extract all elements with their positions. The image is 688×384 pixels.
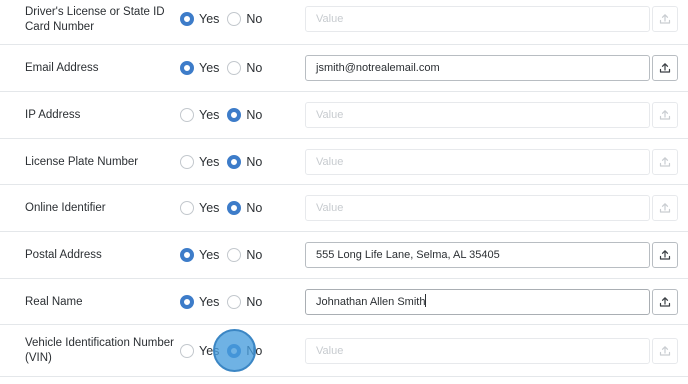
no-option[interactable]: No bbox=[227, 155, 262, 169]
form-row-license-plate: License Plate Number Yes No Value bbox=[0, 139, 688, 185]
upload-icon bbox=[659, 110, 671, 120]
yes-option[interactable]: Yes bbox=[180, 248, 219, 262]
row-label: Email Address bbox=[25, 62, 99, 74]
upload-icon bbox=[659, 346, 671, 356]
no-label: No bbox=[246, 295, 263, 309]
form-row-postal-address: Postal Address Yes No 555 Long Life Lane… bbox=[0, 232, 688, 279]
form-row-ip-address: IP Address Yes No Value bbox=[0, 92, 688, 139]
yes-option[interactable]: Yes bbox=[180, 201, 219, 215]
yes-option[interactable]: Yes bbox=[180, 295, 219, 309]
row-label: Real Name bbox=[25, 296, 83, 308]
upload-button[interactable] bbox=[652, 242, 678, 268]
row-label: Vehicle Identification Number (VIN) bbox=[25, 337, 174, 364]
value-input[interactable]: 555 Long Life Lane, Selma, AL 35405 bbox=[305, 242, 650, 268]
yes-radio[interactable] bbox=[180, 295, 194, 309]
upload-button[interactable] bbox=[652, 102, 678, 128]
yes-label: Yes bbox=[199, 201, 220, 215]
no-radio[interactable] bbox=[227, 12, 242, 26]
upload-icon bbox=[659, 63, 671, 73]
value-input[interactable]: jsmith@notrealemail.com bbox=[305, 55, 650, 81]
yes-no-radio-group: Yes No bbox=[180, 108, 270, 122]
value-input[interactable]: Johnathan Allen Smith bbox=[305, 289, 650, 315]
value-text: Johnathan Allen Smith bbox=[316, 296, 426, 308]
click-highlight bbox=[213, 329, 256, 372]
no-label: No bbox=[246, 61, 263, 75]
yes-radio[interactable] bbox=[180, 155, 194, 169]
yes-option[interactable]: Yes bbox=[180, 12, 219, 26]
yes-radio[interactable] bbox=[180, 12, 194, 26]
yes-radio[interactable] bbox=[180, 61, 194, 75]
yes-no-radio-group: Yes No bbox=[180, 61, 270, 75]
value-input[interactable]: Value bbox=[305, 338, 650, 364]
upload-icon bbox=[659, 250, 671, 260]
no-radio[interactable] bbox=[227, 155, 242, 169]
yes-radio[interactable] bbox=[180, 248, 194, 262]
upload-button[interactable] bbox=[652, 149, 678, 175]
upload-button[interactable] bbox=[652, 195, 678, 221]
yes-option[interactable]: Yes bbox=[180, 108, 219, 122]
yes-label: Yes bbox=[199, 155, 220, 169]
value-input[interactable]: Value bbox=[305, 149, 650, 175]
row-label: Postal Address bbox=[25, 249, 102, 261]
no-label: No bbox=[246, 248, 263, 262]
yes-label: Yes bbox=[199, 295, 220, 309]
upload-icon bbox=[659, 297, 671, 307]
yes-label: Yes bbox=[199, 61, 220, 75]
upload-button[interactable] bbox=[652, 55, 678, 81]
row-label: IP Address bbox=[25, 109, 81, 121]
form-row-real-name: Real Name Yes No Johnathan Allen Smith bbox=[0, 279, 688, 325]
no-label: No bbox=[246, 201, 263, 215]
no-radio[interactable] bbox=[227, 201, 242, 215]
no-label: No bbox=[246, 108, 263, 122]
upload-icon bbox=[659, 14, 671, 24]
yes-no-radio-group: Yes No bbox=[180, 12, 270, 26]
no-radio[interactable] bbox=[227, 295, 242, 309]
yes-radio[interactable] bbox=[180, 344, 194, 358]
row-label: License Plate Number bbox=[25, 156, 139, 168]
no-option[interactable]: No bbox=[227, 12, 262, 26]
yes-option[interactable]: Yes bbox=[180, 155, 219, 169]
value-input[interactable]: Value bbox=[305, 102, 650, 128]
yes-no-radio-group: Yes No bbox=[180, 248, 270, 262]
form-row-vin: Vehicle Identification Number (VIN) Yes … bbox=[0, 325, 688, 377]
no-option[interactable]: No bbox=[227, 108, 262, 122]
no-option[interactable]: No bbox=[227, 61, 262, 75]
yes-no-radio-group: Yes No bbox=[180, 201, 270, 215]
form-row-online-identifier: Online Identifier Yes No Value bbox=[0, 185, 688, 232]
row-label: Online Identifier bbox=[25, 202, 106, 214]
no-option[interactable]: No bbox=[227, 248, 262, 262]
no-label: No bbox=[246, 155, 263, 169]
yes-label: Yes bbox=[199, 12, 220, 26]
upload-button[interactable] bbox=[652, 6, 678, 32]
row-label: Driver's License or State ID Card Number bbox=[25, 6, 165, 33]
yes-label: Yes bbox=[199, 248, 220, 262]
form-row-email-address: Email Address Yes No jsmith@notrealemail… bbox=[0, 45, 688, 92]
value-input[interactable]: Value bbox=[305, 195, 650, 221]
yes-no-radio-group: Yes No bbox=[180, 295, 270, 309]
upload-button[interactable] bbox=[652, 338, 678, 364]
no-radio[interactable] bbox=[227, 108, 242, 122]
upload-icon bbox=[659, 203, 671, 213]
value-input[interactable]: Value bbox=[305, 6, 650, 32]
yes-option[interactable]: Yes bbox=[180, 61, 219, 75]
no-radio[interactable] bbox=[227, 248, 242, 262]
no-option[interactable]: No bbox=[227, 201, 262, 215]
no-label: No bbox=[246, 12, 263, 26]
yes-radio[interactable] bbox=[180, 108, 194, 122]
yes-label: Yes bbox=[199, 108, 220, 122]
form-row-drivers-license: Driver's License or State ID Card Number… bbox=[0, 0, 688, 45]
yes-radio[interactable] bbox=[180, 201, 194, 215]
yes-no-radio-group: Yes No bbox=[180, 155, 270, 169]
no-option[interactable]: No bbox=[227, 295, 262, 309]
upload-button[interactable] bbox=[652, 289, 678, 315]
text-caret bbox=[425, 294, 427, 307]
upload-icon bbox=[659, 157, 671, 167]
no-radio[interactable] bbox=[227, 61, 242, 75]
